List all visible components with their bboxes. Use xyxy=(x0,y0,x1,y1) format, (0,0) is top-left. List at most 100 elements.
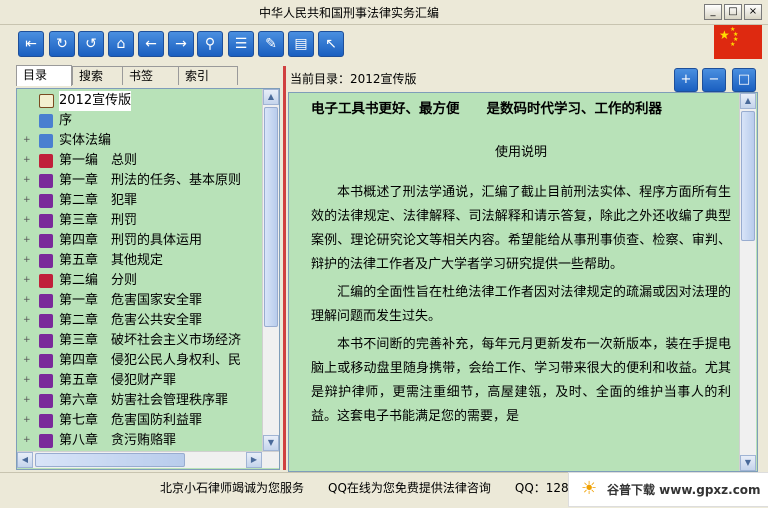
purple-book-icon xyxy=(39,234,53,248)
tree-vertical-scrollbar[interactable]: ▲ ▼ xyxy=(262,89,279,451)
title-bar: 中华人民共和国刑事法律实务汇编 _ □ × xyxy=(0,0,768,25)
tree-item-label: 第一章 刑法的任务、基本原则 xyxy=(59,173,242,188)
window-controls: _ □ × xyxy=(704,4,762,20)
tree-item-label: 第二章 危害公共安全罪 xyxy=(59,313,203,328)
expand-icon[interactable]: + xyxy=(23,436,32,445)
tree-item-label: 第八章 贪污贿赂罪 xyxy=(59,433,177,448)
expand-icon[interactable]: + xyxy=(23,236,32,245)
open-book-icon xyxy=(39,94,54,108)
reload-icon[interactable]: ↺ xyxy=(78,31,104,57)
tree-item-label: 实体法编 xyxy=(59,133,112,148)
tree-item-label: 第四章 侵犯公民人身权利、民 xyxy=(59,353,242,368)
expand-icon[interactable]: + xyxy=(23,196,32,205)
article-paragraph: 汇编的全面性旨在杜绝法律工作者因对法律规定的疏漏或因对法理的理解问题而发生过失。 xyxy=(311,285,731,324)
scroll-thumb[interactable] xyxy=(35,453,185,467)
pane-splitter[interactable] xyxy=(283,66,286,470)
purple-book-icon xyxy=(39,254,53,268)
tab-search[interactable]: 搜索 xyxy=(72,66,126,85)
watermark-text: 谷普下载 www.gpxz.com xyxy=(607,483,761,497)
purple-book-icon xyxy=(39,294,53,308)
tree-item-label: 第五章 其他规定 xyxy=(59,253,164,268)
purple-book-icon xyxy=(39,314,53,328)
home-icon[interactable]: ⌂ xyxy=(108,31,134,57)
expand-icon[interactable]: + xyxy=(23,376,32,385)
expand-icon[interactable]: + xyxy=(23,156,32,165)
tree-item-label: 第三章 刑罚 xyxy=(59,213,138,228)
tree-item-label: 第四章 刑罚的具体运用 xyxy=(59,233,203,248)
contents-tree: 2012宣传版序 + 实体法编 + 第一编 总则 + 第一章 刑法的任务、基本原则 + 第二章 … xyxy=(16,88,280,470)
purple-book-icon xyxy=(39,394,53,408)
scroll-down-button[interactable]: ▼ xyxy=(740,455,756,471)
tree-horizontal-scrollbar[interactable]: ◀ ▶ xyxy=(17,451,279,468)
tree-item-label: 第三章 破坏社会主义市场经济 xyxy=(59,333,242,348)
tab-index[interactable]: 索引 xyxy=(178,66,238,85)
article-paragraph: 本书不间断的完善补充，每年元月更新发布一次新版本，装在手提电脑上或移动盘里随身携… xyxy=(311,337,731,424)
forward-icon[interactable]: → xyxy=(168,31,194,57)
china-flag-icon: ★ ★ ★ ★ ★ xyxy=(714,25,762,59)
expand-icon[interactable]: + xyxy=(23,276,32,285)
toolbar: ⇤ ↻ ↺ ⌂ ← → ⚲ ☰ ✎ ▤ ↖ xyxy=(0,25,768,63)
watermark-logo: ☀ 谷普下载 www.gpxz.com xyxy=(568,472,768,507)
article-subtitle: 使用说明 xyxy=(494,145,547,160)
scroll-left-button[interactable]: ◀ xyxy=(17,452,33,468)
tree-item-label: 第二章 犯罪 xyxy=(59,193,138,208)
expand-icon[interactable]: + xyxy=(23,296,32,305)
red-book-icon xyxy=(39,154,53,168)
tree-item-label: 第六章 妨害社会管理秩序罪 xyxy=(59,393,229,408)
tree-item-label: 第七章 危害国防利益罪 xyxy=(59,413,203,428)
fullscreen-button[interactable]: □ xyxy=(732,68,756,92)
expand-icon[interactable]: + xyxy=(23,216,32,225)
zoom-out-button[interactable]: − xyxy=(702,68,726,92)
scroll-up-button[interactable]: ▲ xyxy=(740,93,756,109)
content-vertical-scrollbar[interactable]: ▲ ▼ xyxy=(739,93,756,471)
expand-icon[interactable]: + xyxy=(23,136,32,145)
edit-icon[interactable]: ✎ xyxy=(258,31,284,57)
expand-icon[interactable]: + xyxy=(23,176,32,185)
search-icon[interactable]: ⚲ xyxy=(197,31,223,57)
purple-book-icon xyxy=(39,414,53,428)
maximize-button[interactable]: □ xyxy=(724,4,742,20)
refresh-icon[interactable]: ↻ xyxy=(49,31,75,57)
pointer-icon[interactable]: ↖ xyxy=(318,31,344,57)
nav-tabs: 目录 搜索 书签 索引 xyxy=(16,65,286,86)
zoom-in-button[interactable]: + xyxy=(674,68,698,92)
minimize-button[interactable]: _ xyxy=(704,4,722,20)
tab-bookmarks[interactable]: 书签 xyxy=(122,66,184,85)
expand-icon[interactable]: + xyxy=(23,256,32,265)
blue-book-icon xyxy=(39,134,53,148)
status-text: 北京小石律师竭诚为您服务 QQ在线为您免费提供法律咨询 QQ：1282 xyxy=(160,481,577,495)
expand-icon[interactable]: + xyxy=(23,416,32,425)
article-heading: 电子工具书更好、最方便 是数码时代学习、工作的利器 xyxy=(311,101,662,117)
expand-icon[interactable]: + xyxy=(23,336,32,345)
notes-icon[interactable]: ☰ xyxy=(228,31,254,57)
purple-book-icon xyxy=(39,174,53,188)
document-icon[interactable]: ▤ xyxy=(288,31,314,57)
tree-item-label: 2012宣传版 xyxy=(59,91,132,111)
purple-book-icon xyxy=(39,214,53,228)
scroll-thumb[interactable] xyxy=(264,107,278,327)
tab-contents[interactable]: 目录 xyxy=(16,65,72,86)
flag-star-icon: ★ xyxy=(730,41,736,48)
article: 电子工具书更好、最方便 是数码时代学习、工作的利器 使用说明 本书概述了刑法学通… xyxy=(311,97,731,433)
tree-item-label: 第五章 侵犯财产罪 xyxy=(59,373,177,388)
scroll-right-button[interactable]: ▶ xyxy=(246,452,262,468)
purple-book-icon xyxy=(39,194,53,208)
tree-item-label: 第二编 分则 xyxy=(59,273,138,288)
expand-icon[interactable]: + xyxy=(23,316,32,325)
flag-star-icon: ★ xyxy=(719,28,730,42)
close-button[interactable]: × xyxy=(744,4,762,20)
sun-icon: ☀ xyxy=(581,478,598,499)
tree-item-label: 第一编 总则 xyxy=(59,153,138,168)
current-directory: 当前目录：2012宣传版 xyxy=(290,72,417,86)
tree-item-label: 序 xyxy=(59,113,73,128)
purple-book-icon xyxy=(39,354,53,368)
back-icon[interactable]: ← xyxy=(138,31,164,57)
scroll-down-button[interactable]: ▼ xyxy=(263,435,279,451)
expand-icon[interactable]: + xyxy=(23,396,32,405)
expand-icon[interactable]: + xyxy=(23,356,32,365)
scroll-up-button[interactable]: ▲ xyxy=(263,89,279,105)
exit-icon[interactable]: ⇤ xyxy=(18,31,44,57)
red-book-icon xyxy=(39,274,53,288)
scroll-thumb[interactable] xyxy=(741,111,755,241)
purple-book-icon xyxy=(39,374,53,388)
